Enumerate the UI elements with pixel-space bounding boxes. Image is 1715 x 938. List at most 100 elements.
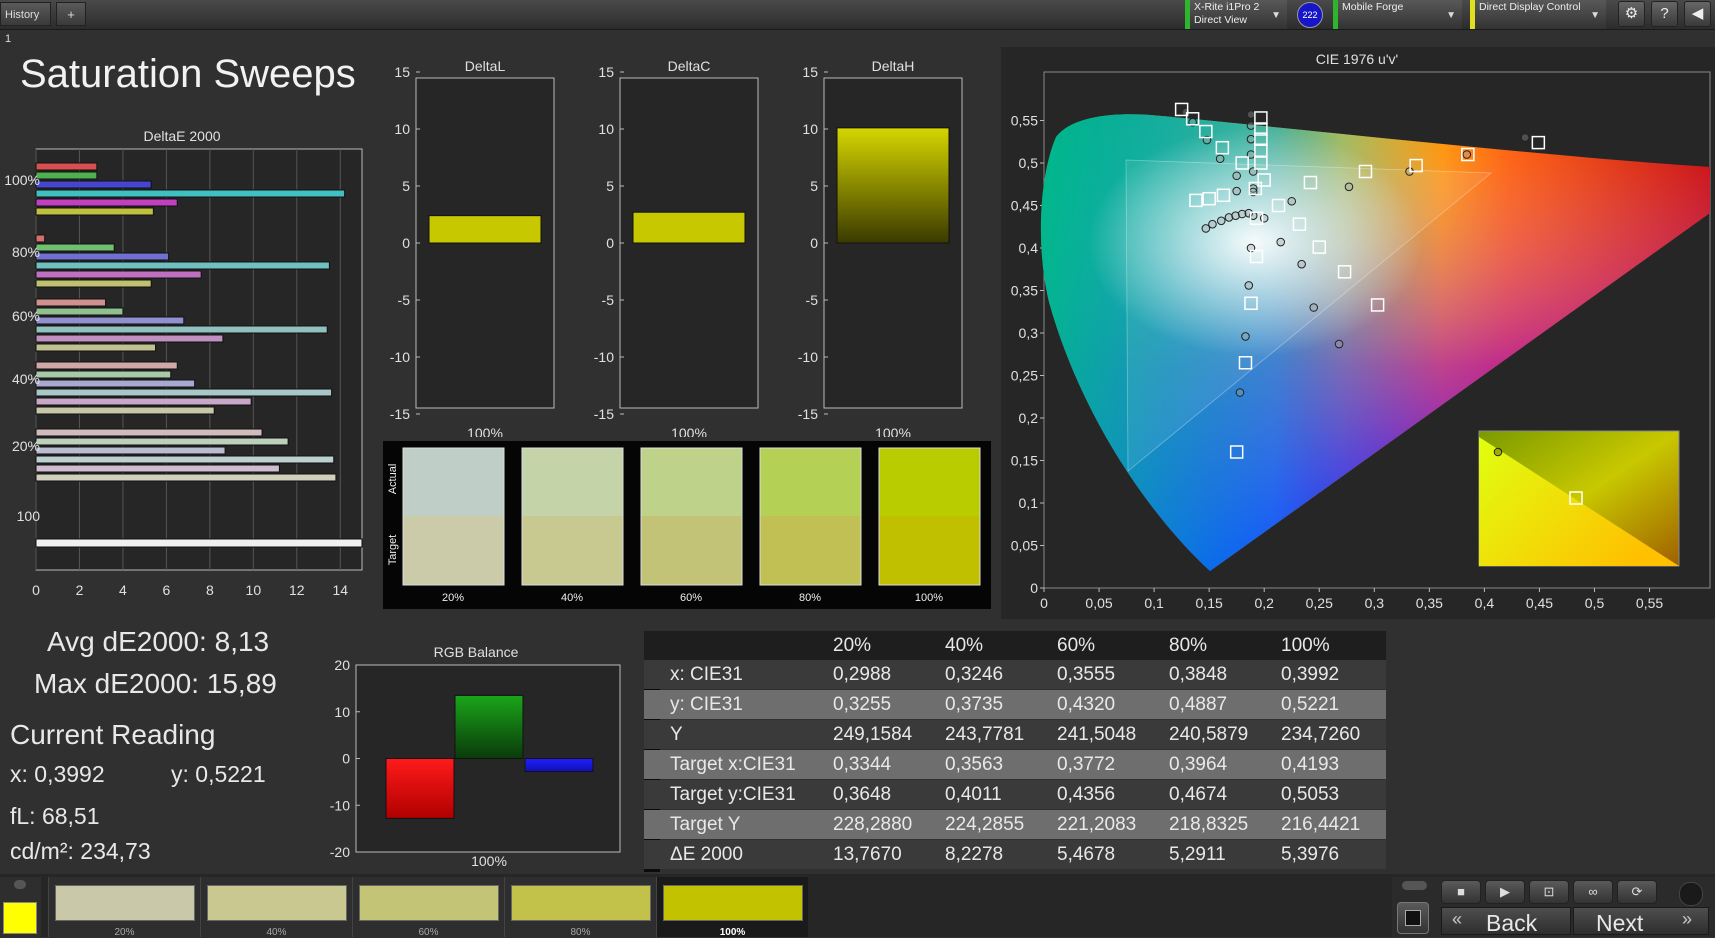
table-header-cell: 60% <box>1057 635 1096 656</box>
gear-icon[interactable]: ⚙ <box>1618 1 1645 27</box>
refresh-button[interactable]: ⟳ <box>1617 880 1657 904</box>
x-tick-label: 12 <box>289 582 305 598</box>
table-cell: Y <box>670 724 683 745</box>
table-row: Target x:CIE31 0,3344 0,3563 0,3772 0,3964 0,… <box>644 750 1386 779</box>
measure-button[interactable]: ⊡ <box>1529 880 1569 904</box>
y-tick-label: 5 <box>402 178 410 194</box>
table-header-cell: 80% <box>1169 635 1208 656</box>
swatch-target <box>641 516 742 585</box>
collapse-icon[interactable] <box>14 880 26 889</box>
y-tick-label: -5 <box>806 292 819 308</box>
table-cell: 228,2880 <box>833 814 913 835</box>
table-row: Target y:CIE31 0,3648 0,4011 0,4356 0,4674 0,… <box>644 780 1386 809</box>
deltae-bar <box>35 428 263 437</box>
table-cell: 241,5048 <box>1057 724 1137 745</box>
swatch-target <box>760 516 861 585</box>
patch-item[interactable]: 60% <box>352 877 504 938</box>
patch-label: 60% <box>418 927 439 938</box>
current-x: x: 0,3992 <box>10 761 105 787</box>
measured-point <box>1232 186 1241 196</box>
patch-item[interactable]: 80% <box>504 877 656 938</box>
measured-point <box>1215 154 1225 164</box>
cie-y-tick: 0,05 <box>1011 538 1038 554</box>
next-button[interactable]: Next » <box>1573 907 1709 936</box>
deltae-bar <box>35 437 289 446</box>
y-tick-label: 0 <box>402 235 410 251</box>
current-patch-swatch <box>3 902 37 934</box>
table-cell: y: CIE31 <box>670 694 743 715</box>
play-icon: ▶ <box>1500 884 1510 899</box>
measured-point <box>1241 332 1250 341</box>
measured-point <box>1232 171 1241 181</box>
table-cell: 0,3992 <box>1281 664 1340 685</box>
deltae-bar <box>35 234 46 243</box>
rgb-balance-xlabel: 100% <box>471 853 507 869</box>
rgb-tick-label: 20 <box>334 657 350 673</box>
table-cell: 0,3772 <box>1057 754 1116 775</box>
table-cell: 0,4887 <box>1169 694 1228 715</box>
table-cell: ΔE 2000 <box>670 844 743 865</box>
stop-small-button[interactable]: ■ <box>1441 880 1481 904</box>
table-cell: 0,3344 <box>833 754 892 775</box>
y-tick-label: 15 <box>802 64 818 80</box>
patch-item[interactable]: 20% <box>48 877 200 938</box>
deltae-bar <box>35 162 98 171</box>
table-cell: 0,3255 <box>833 694 892 715</box>
patch-label: 100% <box>719 927 746 938</box>
patch-item[interactable]: 100% <box>656 877 808 938</box>
swatch-label: 20% <box>442 592 464 604</box>
back-icon[interactable]: ◀ <box>1684 1 1711 27</box>
rgb-tick-label: 0 <box>342 751 350 767</box>
y-tick-label: 0 <box>606 235 614 251</box>
rgb-tick-label: -10 <box>330 797 350 813</box>
chevron-down-icon: ▼ <box>1271 10 1281 21</box>
rgb-tick-label: -20 <box>330 844 350 860</box>
delta-bar <box>428 215 542 244</box>
table-cell: Target x:CIE31 <box>670 754 796 775</box>
table-cell: 5,3976 <box>1281 844 1340 865</box>
cie-x-tick: 0,3 <box>1365 595 1385 611</box>
cie-x-tick: 0,1 <box>1144 595 1164 611</box>
cie-panel: CIE 1976 u'v' 0 0,05 0,1 0,15 0,2 0,25 0,3 0,35… <box>1001 47 1715 619</box>
top-bar: History 1 + X-Rite i1Pro 2 Direct View ▼… <box>0 0 1715 45</box>
collapse-icon[interactable] <box>1402 881 1427 890</box>
swatch-label: 40% <box>561 592 583 604</box>
y-tick-label: -5 <box>398 292 411 308</box>
play-button[interactable]: ▶ <box>1485 880 1525 904</box>
patch-label: 40% <box>266 927 287 938</box>
deltae-bar <box>35 307 124 316</box>
table-cell: 243,7781 <box>945 724 1025 745</box>
y-tick-label: -15 <box>390 406 410 422</box>
measured-point <box>1246 121 1256 130</box>
table-cell: 0,4320 <box>1057 694 1116 715</box>
y-tick-label: 15 <box>394 64 410 80</box>
device-selector-meter[interactable]: X-Rite i1Pro 2 Direct View ▼ <box>1185 0 1287 29</box>
history-tab[interactable]: History 1 <box>0 2 51 45</box>
help-icon[interactable]: ? <box>1651 1 1678 27</box>
patch-item[interactable]: 40% <box>200 877 352 938</box>
patch-label: 80% <box>570 927 591 938</box>
rgb-balance-title: RGB Balance <box>434 644 519 660</box>
chevron-down-icon: ▼ <box>1590 10 1600 21</box>
table-row: y: CIE31 0,3255 0,3735 0,4320 0,4887 0,5221 <box>644 690 1386 719</box>
rgb-bar-r <box>385 758 455 819</box>
deltae-bar <box>35 446 226 455</box>
stop-button[interactable] <box>1397 902 1429 934</box>
table-cell: 221,2083 <box>1057 814 1137 835</box>
deltae-bar <box>35 261 330 270</box>
patch-swatch <box>359 885 499 921</box>
deltae-bar <box>35 455 335 464</box>
swatch-actual <box>760 448 861 516</box>
deltae-bar <box>35 343 157 352</box>
loop-button[interactable]: ∞ <box>1573 880 1613 904</box>
back-button[interactable]: « Back <box>1441 907 1571 936</box>
device-selector-profile[interactable]: Mobile Forge ▼ <box>1333 0 1462 29</box>
y-tick-label: 10 <box>598 121 614 137</box>
deltae-bar <box>35 397 252 406</box>
device-selector-display[interactable]: Direct Display Control ▼ <box>1470 0 1606 29</box>
cie-y-tick: 0,35 <box>1011 283 1038 299</box>
next-label: Next <box>1596 910 1644 936</box>
add-tab-button[interactable]: + <box>56 2 86 26</box>
y-tick-label: -15 <box>798 406 818 422</box>
deltae-bar <box>35 279 152 288</box>
